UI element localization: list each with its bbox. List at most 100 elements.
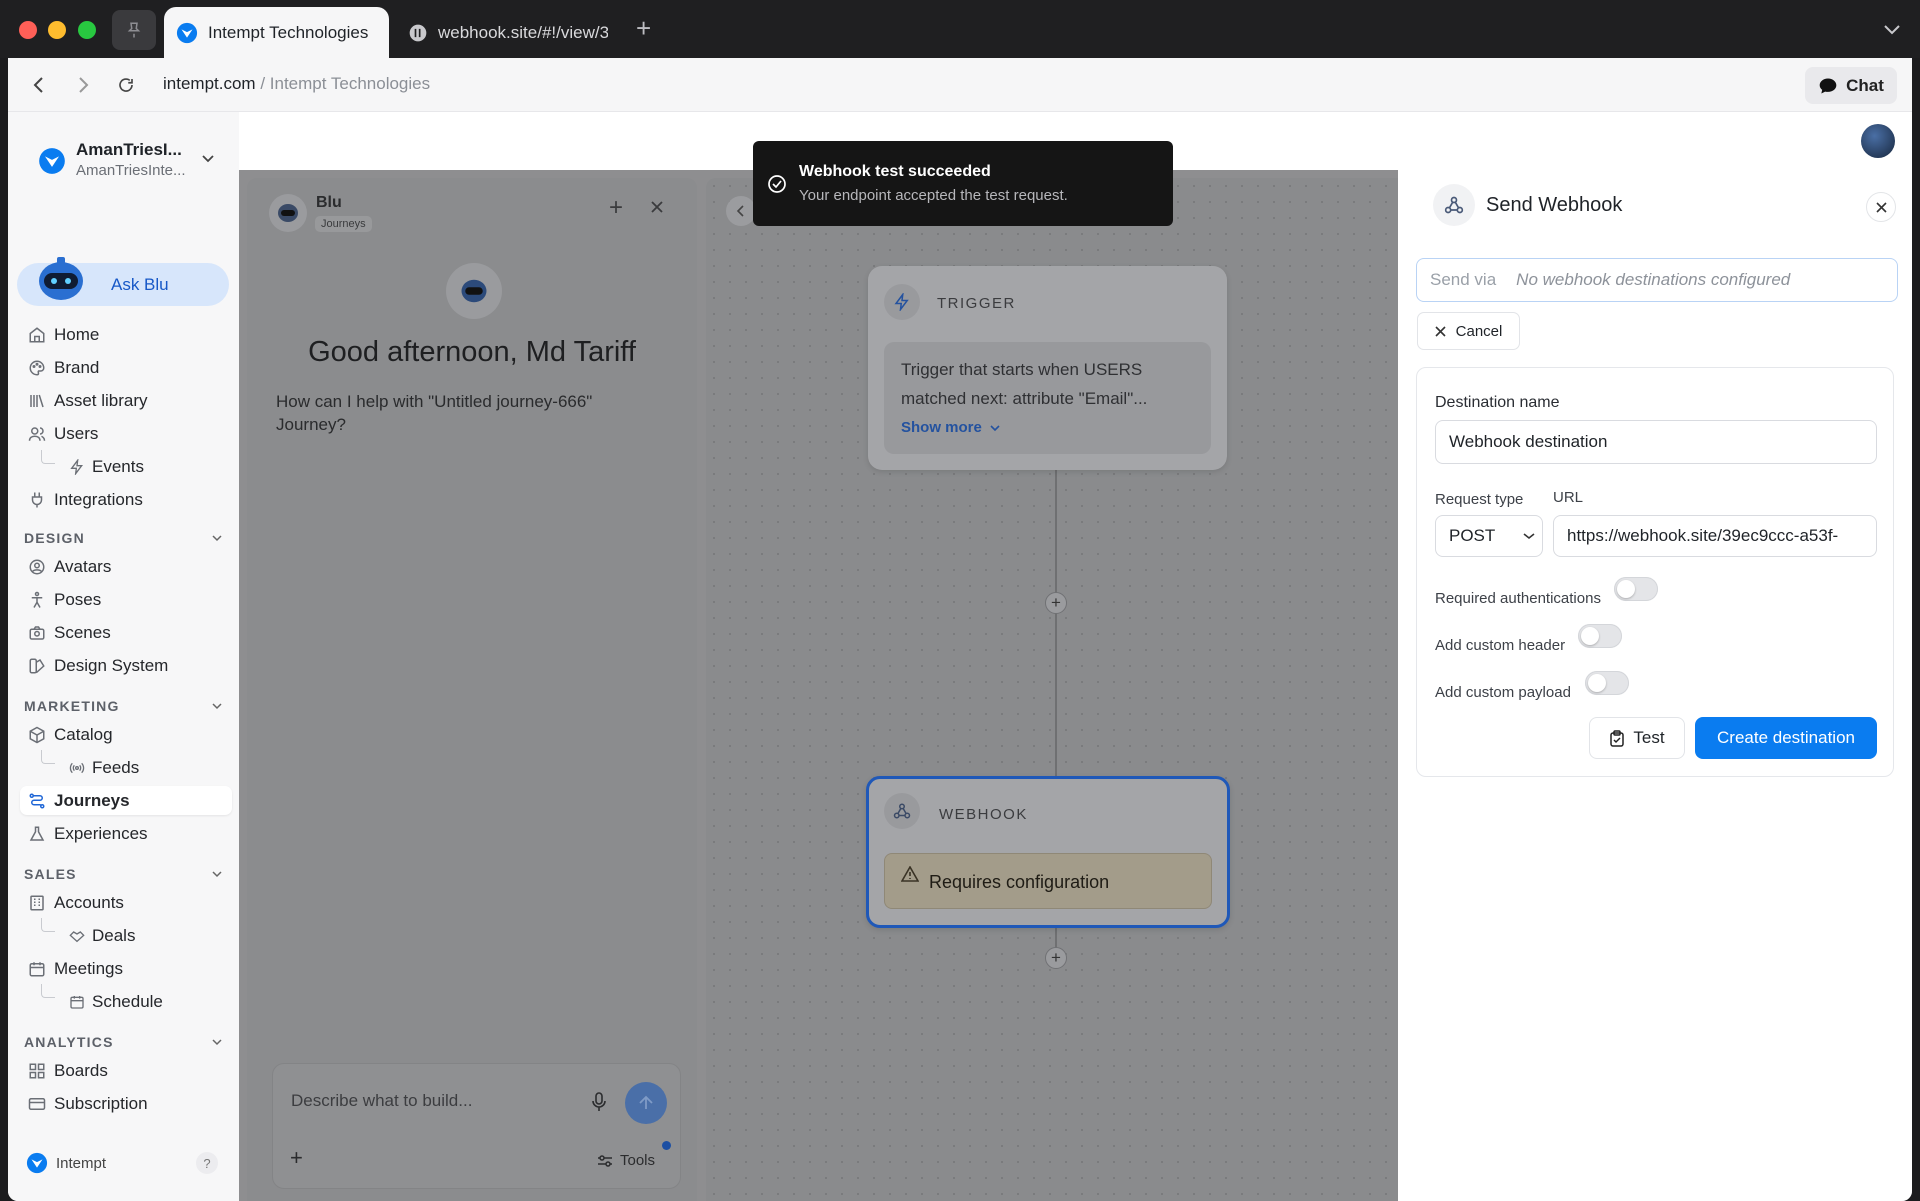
sidebar-item-label: Home (54, 324, 100, 344)
url-field[interactable]: https://webhook.site/39ec9ccc-a53f- (1553, 515, 1877, 557)
sidebar-item-journeys[interactable]: Journeys (20, 786, 232, 815)
send-via-label: Send via (1430, 270, 1497, 289)
sidebar-item-asset-library[interactable]: Asset library (20, 386, 232, 415)
minimize-window-button[interactable] (48, 21, 66, 39)
close-icon[interactable] (650, 200, 664, 214)
sidebar-item-boards[interactable]: Boards (20, 1056, 232, 1085)
sidebar: AmanTriesI... AmanTriesInte... Ask Blu H… (8, 112, 239, 1201)
sidebar-item-design-system[interactable]: Design System (20, 651, 232, 680)
microphone-icon[interactable] (591, 1092, 607, 1112)
webhook-site-icon (409, 24, 427, 41)
attach-button[interactable]: + (290, 1147, 303, 1169)
back-button[interactable] (26, 72, 52, 98)
chevron-left-icon (736, 205, 744, 217)
sidebar-item-events[interactable]: Events (62, 452, 232, 481)
section-marketing[interactable]: MARKETING (24, 698, 234, 714)
add-step-button[interactable]: + (1045, 947, 1067, 969)
new-chat-button[interactable]: + (609, 196, 623, 220)
sidebar-item-home[interactable]: Home (20, 320, 232, 349)
zap-icon (894, 293, 909, 311)
tab-list-chevron-icon[interactable] (1883, 22, 1901, 36)
add-step-button[interactable]: + (1045, 592, 1067, 614)
url-value: https://webhook.site/39ec9ccc-a53f- (1567, 526, 1839, 545)
sidebar-item-label: Feeds (92, 757, 140, 777)
maximize-window-button[interactable] (78, 21, 96, 39)
reload-button[interactable] (113, 72, 139, 98)
toast-title: Webhook test succeeded (799, 163, 991, 180)
webhook-node[interactable]: WEBHOOK Requires configuration (866, 776, 1230, 928)
required-auth-toggle[interactable] (1614, 577, 1658, 601)
help-button[interactable]: ? (196, 1152, 218, 1174)
sidebar-item-experiences[interactable]: Experiences (20, 819, 232, 848)
credit-card-icon (28, 1097, 46, 1110)
send-via-select[interactable]: Send via No webhook destinations configu… (1416, 258, 1898, 302)
section-design[interactable]: DESIGN (24, 530, 234, 546)
trigger-summary-line: Trigger that starts when USERS (901, 360, 1143, 379)
url-field[interactable]: intempt.com / Intempt Technologies (163, 74, 430, 94)
sidebar-item-accounts[interactable]: Accounts (20, 888, 232, 917)
section-analytics[interactable]: ANALYTICS (24, 1034, 234, 1050)
test-button[interactable]: Test (1589, 717, 1685, 759)
tree-connector (41, 918, 55, 932)
webhook-title: WEBHOOK (939, 806, 1028, 823)
sidebar-item-label: Asset library (54, 390, 148, 410)
sidebar-item-subscription[interactable]: Subscription (20, 1089, 232, 1118)
tab-webhook-site[interactable]: webhook.site/#!/view/3 (400, 7, 615, 58)
destination-name-label: Destination name (1435, 394, 1560, 411)
blu-chat-panel: Blu Journeys + Good afternoon, Md Tariff… (247, 178, 697, 1201)
cancel-button[interactable]: Cancel (1417, 312, 1520, 350)
sidebar-item-brand[interactable]: Brand (20, 353, 232, 382)
tools-button[interactable]: Tools (597, 1152, 655, 1169)
sidebar-item-poses[interactable]: Poses (20, 585, 232, 614)
sidebar-item-scenes[interactable]: Scenes (20, 618, 232, 647)
sidebar-item-schedule[interactable]: Schedule (62, 987, 232, 1016)
user-avatar[interactable] (1861, 124, 1895, 158)
webhook-icon-wrap (1433, 184, 1475, 226)
sidebar-item-label: Avatars (54, 556, 112, 576)
collapse-panel-button[interactable] (726, 196, 756, 226)
org-name: AmanTriesI... (76, 140, 182, 159)
send-button[interactable] (625, 1082, 667, 1124)
new-tab-button[interactable]: + (636, 14, 651, 42)
pin-tab-button[interactable] (112, 10, 156, 50)
org-subtitle: AmanTriesInte... (76, 162, 186, 179)
blu-robot-icon (278, 204, 298, 222)
close-panel-button[interactable] (1866, 192, 1896, 222)
sidebar-item-deals[interactable]: Deals (62, 921, 232, 950)
request-type-select[interactable]: POST (1435, 515, 1543, 557)
chevron-down-icon (212, 703, 222, 710)
pin-icon (127, 22, 141, 38)
chat-input[interactable]: Describe what to build... (291, 1091, 472, 1111)
sidebar-footer-brand[interactable]: Intempt (26, 1152, 106, 1174)
section-sales[interactable]: SALES (24, 866, 234, 882)
tab-label: Intempt Technologies (208, 22, 369, 42)
sidebar-item-users[interactable]: Users (20, 419, 232, 448)
blu-avatar (269, 194, 307, 232)
warning-icon (901, 866, 919, 882)
status-dot (662, 1141, 671, 1150)
create-destination-button[interactable]: Create destination (1695, 717, 1877, 759)
custom-header-toggle[interactable] (1578, 624, 1622, 648)
sidebar-item-catalog[interactable]: Catalog (20, 720, 232, 749)
trigger-node[interactable]: TRIGGER Trigger that starts when USERS m… (868, 266, 1227, 470)
sidebar-item-feeds[interactable]: Feeds (62, 753, 232, 782)
sidebar-item-avatars[interactable]: Avatars (20, 552, 232, 581)
intempt-logo-icon (176, 22, 198, 43)
sidebar-item-label: Schedule (92, 991, 163, 1011)
tab-intempt[interactable]: Intempt Technologies (164, 7, 389, 58)
sidebar-item-integrations[interactable]: Integrations (20, 485, 232, 514)
browser-window: intempt.com / Intempt Technologies Chat … (8, 58, 1912, 1201)
chat-button[interactable]: Chat (1805, 67, 1897, 104)
destination-name-field[interactable]: Webhook destination (1435, 420, 1877, 464)
custom-payload-toggle[interactable] (1585, 671, 1629, 695)
org-switcher[interactable]: AmanTriesI... AmanTriesInte... (38, 140, 238, 190)
close-icon (1435, 325, 1446, 337)
sidebar-item-label: Subscription (54, 1093, 148, 1113)
ask-blu-button[interactable]: Ask Blu (17, 257, 229, 306)
sidebar-item-meetings[interactable]: Meetings (20, 954, 232, 983)
forward-button[interactable] (70, 72, 96, 98)
show-more-link[interactable]: Show more (901, 419, 1000, 436)
toast-message: Your endpoint accepted the test request. (799, 187, 1068, 204)
close-window-button[interactable] (19, 21, 37, 39)
webhook-icon-wrap (884, 793, 920, 829)
